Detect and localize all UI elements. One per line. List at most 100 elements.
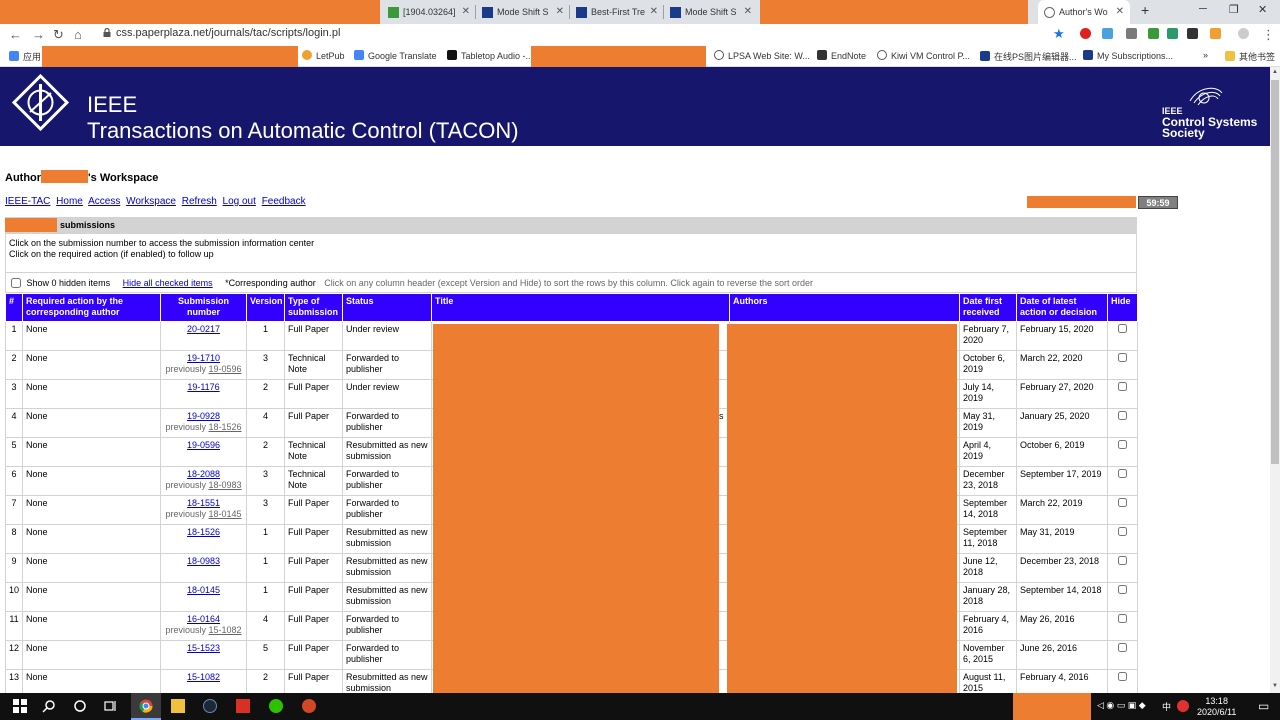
bookmark-subscriptions[interactable]: My Subscriptions... bbox=[1083, 50, 1173, 61]
previous-submission-link[interactable]: 19-0596 bbox=[209, 364, 242, 374]
link-log-out[interactable]: Log out bbox=[223, 196, 256, 207]
hide-checkbox[interactable] bbox=[1118, 440, 1127, 449]
bookmark-lpsa[interactable]: LPSA Web Site: W... bbox=[714, 50, 810, 61]
notification-icon[interactable]: ▭ bbox=[1258, 699, 1269, 713]
col-required-action[interactable]: Required action by the corresponding aut… bbox=[22, 293, 161, 322]
bookmark-tabletop-audio[interactable]: Tabletop Audio -... bbox=[447, 50, 533, 61]
link-refresh[interactable]: Refresh bbox=[182, 196, 217, 207]
translate-extension-icon[interactable] bbox=[1167, 28, 1178, 39]
col-title[interactable]: Title bbox=[431, 293, 730, 322]
forward-button[interactable]: → bbox=[32, 27, 45, 42]
powerpoint-icon[interactable] bbox=[302, 699, 316, 713]
extension-icon[interactable] bbox=[1126, 28, 1137, 39]
url-field[interactable]: css.paperplaza.net/journals/tac/scripts/… bbox=[116, 27, 340, 39]
steam-icon[interactable] bbox=[203, 699, 217, 713]
previous-submission-link[interactable]: 18-0145 bbox=[209, 509, 242, 519]
submission-number-link[interactable]: 19-1176 bbox=[187, 382, 219, 392]
profile-avatar[interactable] bbox=[1238, 28, 1249, 39]
home-button[interactable]: ⌂ bbox=[74, 27, 82, 42]
link-home[interactable]: Home bbox=[56, 196, 83, 207]
wechat-icon[interactable] bbox=[269, 699, 283, 713]
col-status[interactable]: Status bbox=[342, 293, 432, 322]
previous-submission-link[interactable]: 15-1082 bbox=[209, 625, 242, 635]
hide-checkbox[interactable] bbox=[1118, 353, 1127, 362]
hide-checkbox[interactable] bbox=[1118, 382, 1127, 391]
green-extension-icon[interactable] bbox=[1148, 28, 1159, 39]
bookmark-google-translate[interactable]: Google Translate bbox=[354, 50, 437, 61]
task-view-icon[interactable] bbox=[104, 699, 118, 713]
new-tab-button[interactable]: + bbox=[1141, 2, 1149, 18]
antivirus-tray-icon[interactable] bbox=[1177, 700, 1189, 712]
scroll-up-icon[interactable]: ▲ bbox=[1272, 69, 1278, 75]
cloud-extension-icon[interactable] bbox=[1102, 28, 1113, 39]
col-number[interactable]: # bbox=[5, 293, 23, 322]
close-window-button[interactable]: ✕ bbox=[1258, 3, 1267, 16]
hide-checkbox[interactable] bbox=[1118, 614, 1127, 623]
bookmark-other[interactable]: 其他书签 bbox=[1225, 50, 1275, 63]
system-clock[interactable]: 13:18 2020/6/11 bbox=[1197, 696, 1236, 718]
bookmark-letpub[interactable]: LetPub bbox=[302, 50, 345, 61]
col-date-first[interactable]: Date first received bbox=[959, 293, 1017, 322]
hide-checkbox[interactable] bbox=[1118, 585, 1127, 594]
maximize-button[interactable]: ❐ bbox=[1229, 3, 1239, 16]
opera-extension-icon[interactable] bbox=[1080, 28, 1091, 39]
tab-authors-workspace[interactable]: Author's Wo ✕ bbox=[1038, 0, 1130, 24]
submission-number-link[interactable]: 16-0164 bbox=[187, 614, 220, 624]
col-submission-number[interactable]: Submission number bbox=[160, 293, 247, 322]
hand-extension-icon[interactable] bbox=[1210, 28, 1221, 39]
tab-mode-shift-1[interactable]: Mode Shift S ✕ bbox=[476, 0, 570, 24]
submission-number-link[interactable]: 15-1082 bbox=[187, 672, 220, 682]
hide-checkbox[interactable] bbox=[1118, 411, 1127, 420]
link-workspace[interactable]: Workspace bbox=[126, 196, 176, 207]
glasses-extension-icon[interactable] bbox=[1187, 28, 1198, 39]
hide-checkbox[interactable] bbox=[1118, 469, 1127, 478]
bookmark-apps[interactable]: 应用 bbox=[9, 50, 41, 63]
hide-checkbox[interactable] bbox=[1118, 643, 1127, 652]
back-button[interactable]: ← bbox=[9, 27, 22, 42]
link-feedback[interactable]: Feedback bbox=[262, 196, 306, 207]
hide-checkbox[interactable] bbox=[1118, 556, 1127, 565]
hide-checkbox[interactable] bbox=[1118, 498, 1127, 507]
minimize-button[interactable]: ─ bbox=[1199, 3, 1207, 15]
bookmark-kiwi[interactable]: Kiwi VM Control P... bbox=[877, 50, 970, 61]
previous-submission-link[interactable]: 18-1526 bbox=[209, 422, 242, 432]
bookmark-ps-editor[interactable]: 在线PS图片编辑器... bbox=[980, 50, 1077, 63]
bookmarks-overflow-button[interactable]: » bbox=[1203, 50, 1208, 60]
previous-submission-link[interactable]: 18-0983 bbox=[209, 480, 242, 490]
page-scrollbar-thumb[interactable] bbox=[1271, 80, 1279, 464]
tab-mode-shift-2[interactable]: Mode Shift S ✕ bbox=[664, 0, 758, 24]
file-explorer-icon[interactable] bbox=[171, 699, 185, 713]
ime-indicator[interactable]: 中 bbox=[1162, 700, 1171, 713]
link-access[interactable]: Access bbox=[88, 196, 120, 207]
acrobat-icon[interactable] bbox=[236, 699, 250, 713]
hide-checkbox[interactable] bbox=[1118, 527, 1127, 536]
tray-icons[interactable]: ◁ ◉ ▭ ▣ ◆ bbox=[1097, 700, 1146, 711]
hide-checkbox[interactable] bbox=[1118, 324, 1127, 333]
submission-number-link[interactable]: 18-0983 bbox=[187, 556, 220, 566]
link-ieee-tac[interactable]: IEEE-TAC bbox=[5, 196, 50, 207]
show-hidden-checkbox[interactable] bbox=[11, 278, 21, 288]
tab-best-first[interactable]: Best-First Tre ✕ bbox=[570, 0, 664, 24]
col-type[interactable]: Type of submission bbox=[284, 293, 343, 322]
tab-arxiv[interactable]: [1904.03264] ✕ bbox=[382, 0, 476, 24]
bookmark-endnote[interactable]: EndNote bbox=[817, 50, 866, 61]
submission-number-link[interactable]: 18-1551 bbox=[187, 498, 220, 508]
menu-kebab-icon[interactable]: ⋮ bbox=[1262, 27, 1275, 43]
submission-number-link[interactable]: 15-1523 bbox=[187, 643, 220, 653]
cortana-icon[interactable] bbox=[73, 699, 87, 713]
close-tab-icon[interactable]: ✕ bbox=[462, 6, 470, 17]
submission-number-link[interactable]: 20-0217 bbox=[187, 324, 220, 334]
chrome-taskbar-active[interactable] bbox=[131, 693, 161, 720]
submission-number-link[interactable]: 18-2088 bbox=[187, 469, 220, 479]
close-tab-icon[interactable]: ✕ bbox=[650, 6, 658, 17]
submission-number-link[interactable]: 19-0596 bbox=[187, 440, 220, 450]
close-tab-icon[interactable]: ✕ bbox=[556, 6, 564, 17]
col-authors[interactable]: Authors bbox=[729, 293, 960, 322]
close-tab-icon[interactable]: ✕ bbox=[1116, 6, 1124, 17]
windows-start-icon[interactable] bbox=[13, 699, 27, 713]
bookmark-star-icon[interactable]: ★ bbox=[1053, 26, 1065, 42]
col-date-latest[interactable]: Date of latest action or decision bbox=[1016, 293, 1108, 322]
hide-checked-link[interactable]: Hide all checked items bbox=[123, 278, 213, 288]
submission-number-link[interactable]: 19-1710 bbox=[187, 353, 220, 363]
hide-checkbox[interactable] bbox=[1118, 672, 1127, 681]
